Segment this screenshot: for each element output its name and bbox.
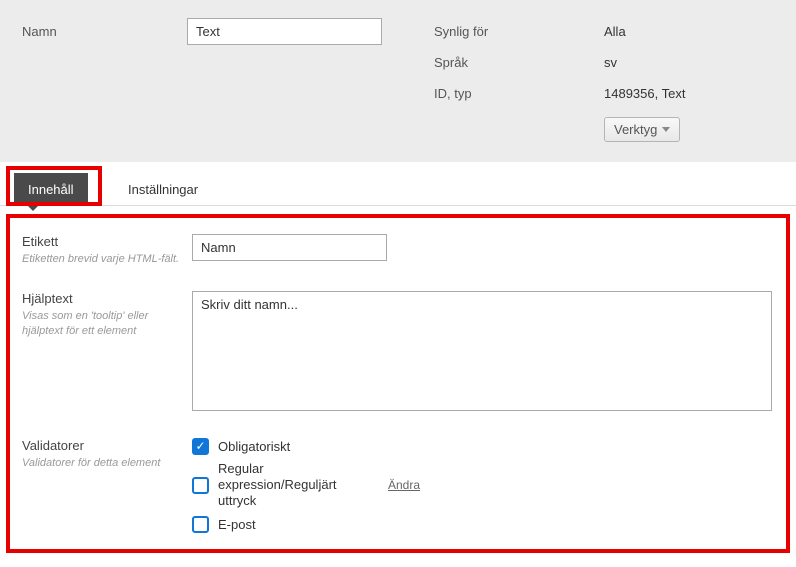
tools-dropdown[interactable]: Verktyg [604,117,680,142]
language-label: Språk [434,55,604,70]
id-type-value: 1489356, Text [604,86,685,101]
etikett-help: Etiketten brevid varje HTML-fält. [22,252,180,267]
tabs: Innehåll Inställningar [0,162,796,206]
regex-change-link[interactable]: Ändra [388,478,420,492]
name-label: Namn [22,18,187,45]
checkbox-email[interactable] [192,516,209,533]
helptext-textarea[interactable]: Skriv ditt namn... [192,291,772,411]
helptext-label: Hjälptext [22,291,180,306]
checkbox-regex[interactable] [192,477,209,494]
checkbox-required[interactable]: ✓ [192,438,209,455]
etikett-input[interactable] [192,234,387,261]
visible-for-label: Synlig för [434,24,604,39]
check-icon: ✓ [195,440,205,452]
tools-label: Verktyg [614,122,657,137]
validator-regex-label: Regular expression/Reguljärt uttryck [218,461,378,510]
validator-required-label: Obligatoriskt [218,439,290,454]
header-panel: Namn Synlig för Alla Språk sv ID, typ 14… [0,0,796,162]
tab-content[interactable]: Innehåll [14,173,88,206]
visible-for-value: Alla [604,24,626,39]
validators-help: Validatorer för detta element [22,456,180,471]
content-area: Etikett Etiketten brevid varje HTML-fält… [0,206,796,557]
id-type-label: ID, typ [434,86,604,101]
etikett-label: Etikett [22,234,180,249]
validator-email-label: E-post [218,517,256,532]
validators-label: Validatorer [22,438,180,453]
tab-settings[interactable]: Inställningar [114,173,212,206]
language-value: sv [604,55,617,70]
helptext-help: Visas som en 'tooltip' eller hjälptext f… [22,309,180,339]
chevron-down-icon [662,127,670,132]
name-input[interactable] [187,18,382,45]
